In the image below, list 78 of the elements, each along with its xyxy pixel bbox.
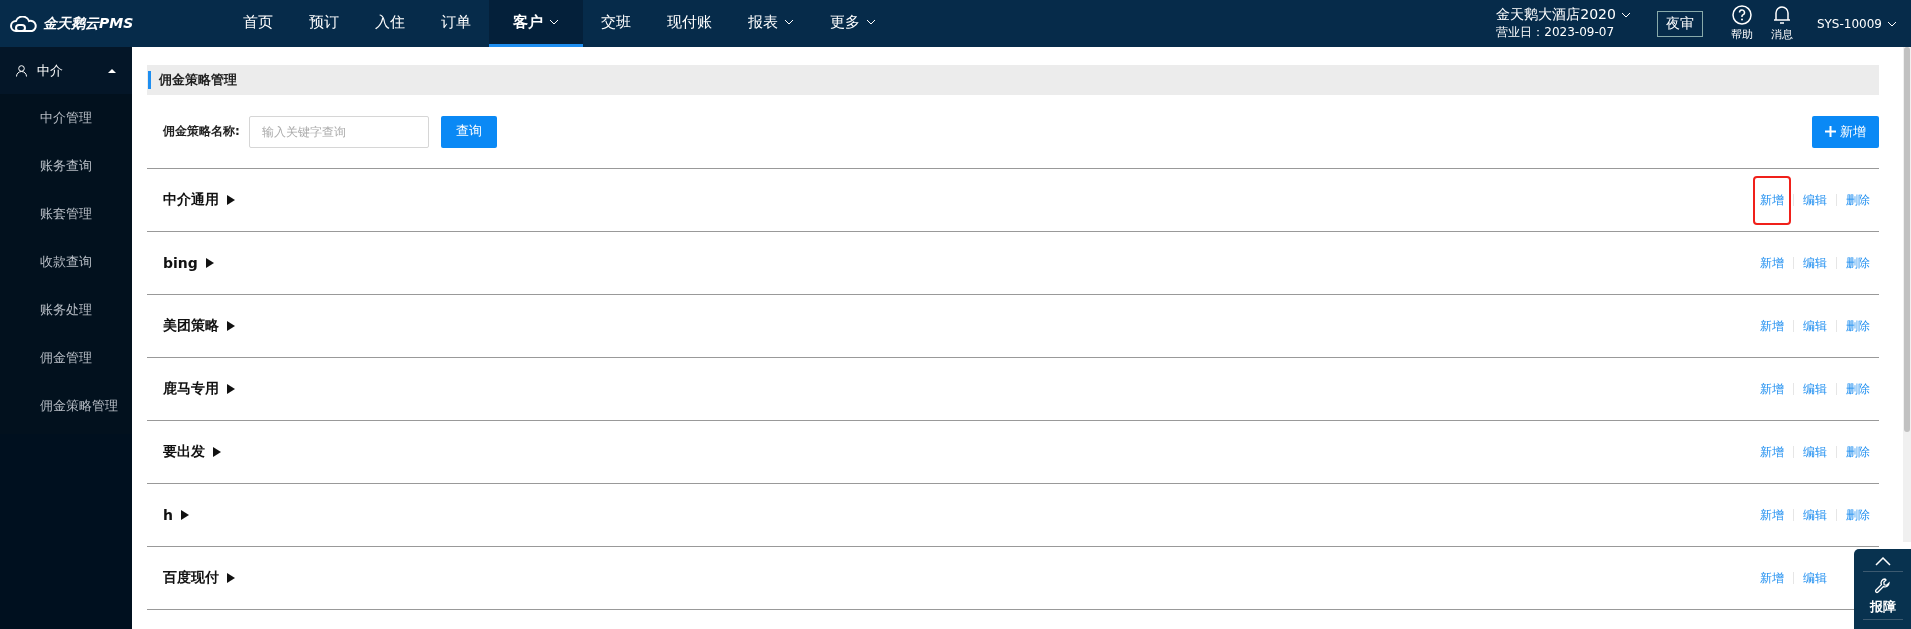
nav-tab[interactable]: 预订 <box>291 0 357 47</box>
search-field[interactable]: 输入关键字查询 <box>248 115 429 148</box>
nav-tab[interactable]: 更多 <box>812 0 894 47</box>
action-link[interactable]: 删除 <box>1839 441 1877 463</box>
caret-icon <box>1887 20 1897 27</box>
night-audit-button[interactable]: 夜审 <box>1656 10 1703 37</box>
caret-icon <box>784 19 794 25</box>
caret-icon <box>549 19 559 25</box>
chevron-icon <box>108 68 116 73</box>
action-link[interactable]: 编辑 <box>1796 378 1834 400</box>
help-icon <box>1731 5 1752 25</box>
action-link[interactable]: 新增 <box>1753 378 1791 400</box>
action-link[interactable]: 编辑 <box>1796 567 1834 589</box>
action-link[interactable]: 新增 <box>1753 175 1791 225</box>
sidebar-item[interactable]: 佣金策略管理 <box>0 382 132 430</box>
action-link[interactable]: 删除 <box>1839 315 1877 337</box>
field-label: 佣金策略名称: <box>163 123 240 140</box>
expand-arrow-icon[interactable] <box>205 258 214 268</box>
business-date: 营业日：2023-09-07 <box>1496 24 1616 41</box>
action-link[interactable]: 新增 <box>1753 315 1791 337</box>
user-icon <box>16 64 27 77</box>
action-link[interactable]: 编辑 <box>1796 315 1834 337</box>
nav-tab[interactable]: 入住 <box>357 0 423 47</box>
expand-arrow-icon[interactable] <box>227 384 235 394</box>
expand-arrow-icon[interactable] <box>213 447 221 457</box>
expand-arrow-icon[interactable] <box>227 321 235 331</box>
nav-tab[interactable]: 现付账 <box>649 0 730 47</box>
action-link[interactable]: 删除 <box>1839 378 1877 400</box>
add-button[interactable]: 新增 <box>1812 115 1879 148</box>
action-link[interactable]: 删除 <box>1839 504 1877 526</box>
action-link[interactable]: 删除 <box>1839 252 1877 274</box>
action-link[interactable]: 编辑 <box>1796 441 1834 463</box>
strategy-name: 中介通用 <box>163 191 219 209</box>
action-link[interactable]: 新增 <box>1753 567 1791 589</box>
scrollbar[interactable] <box>1903 47 1911 542</box>
toolbar-button[interactable]: 帮助 <box>1730 0 1753 47</box>
sidebar-item[interactable]: 账务处理 <box>0 286 132 334</box>
nav-tab[interactable]: 首页 <box>225 0 291 47</box>
expand-arrow-icon[interactable] <box>180 510 189 520</box>
sidebar-item[interactable]: 中介管理 <box>0 94 132 142</box>
scrollbar-thumb[interactable] <box>1904 47 1910 432</box>
strategy-name: 要出发 <box>163 443 205 461</box>
sidebar-group[interactable]: 中介 <box>0 47 132 94</box>
plus-icon <box>1825 126 1836 137</box>
strategy-name: h <box>163 507 173 523</box>
action-link[interactable]: 删除 <box>1839 189 1877 211</box>
caret-icon <box>866 19 876 25</box>
sidebar-item[interactable]: 账套管理 <box>0 190 132 238</box>
expand-arrow-icon[interactable] <box>227 573 235 583</box>
caret-icon <box>1620 12 1631 18</box>
action-link[interactable]: 新增 <box>1753 441 1791 463</box>
nav-tab[interactable]: 订单 <box>423 0 489 47</box>
cloud-logo-icon <box>10 15 38 32</box>
brand-name: 金天鹅云PMS <box>43 14 134 33</box>
toolbar-button[interactable]: 消息 <box>1770 0 1793 47</box>
section-header: 佣金策略管理 <box>147 65 1879 95</box>
strategy-name: 美团策略 <box>163 317 219 335</box>
expand-arrow-icon[interactable] <box>227 195 235 205</box>
action-link[interactable]: 新增 <box>1753 504 1791 526</box>
action-link[interactable]: 新增 <box>1753 252 1791 274</box>
query-button[interactable]: 查询 <box>440 115 497 148</box>
nav-tab[interactable]: 客户 <box>489 0 583 47</box>
scroll-top-icon[interactable] <box>1874 557 1891 566</box>
sidebar-item[interactable]: 账务查询 <box>0 142 132 190</box>
hotel-selector[interactable]: 金天鹅大酒店2020 <box>1496 6 1631 24</box>
strategy-name: bing <box>163 255 198 271</box>
strategy-name: 百度现付 <box>163 569 219 587</box>
action-link[interactable]: 编辑 <box>1796 504 1834 526</box>
strategy-name: 鹿马专用 <box>163 380 219 398</box>
user-menu[interactable]: SYS-10009 <box>1816 0 1897 47</box>
sidebar-item[interactable]: 佣金管理 <box>0 334 132 382</box>
sidebar-item[interactable]: 收款查询 <box>0 238 132 286</box>
wrench-icon <box>1873 577 1892 595</box>
bell-icon <box>1772 5 1791 25</box>
nav-tab[interactable]: 报表 <box>730 0 812 47</box>
nav-tab[interactable]: 交班 <box>583 0 649 47</box>
action-link[interactable]: 编辑 <box>1796 252 1834 274</box>
action-link[interactable]: 编辑 <box>1796 189 1834 211</box>
